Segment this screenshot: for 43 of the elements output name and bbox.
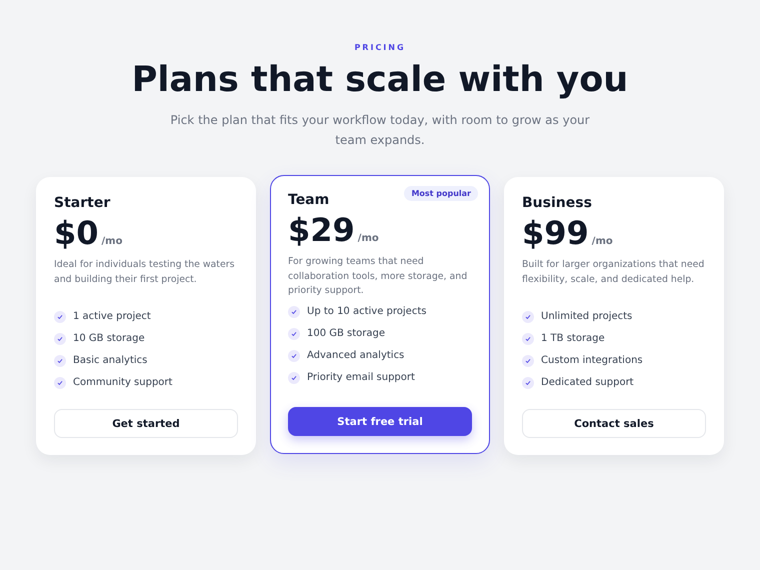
plan-description: Ideal for individuals testing the waters and building their first project.	[54, 258, 236, 286]
check-icon	[288, 350, 300, 362]
feature-text: Dedicated support	[541, 376, 634, 390]
check-icon	[54, 311, 66, 323]
check-icon	[288, 306, 300, 318]
plan-price: $99	[522, 214, 589, 252]
feature-text: 100 GB storage	[307, 327, 386, 341]
feature-text: Custom integrations	[541, 354, 643, 368]
feature-text: Basic analytics	[73, 354, 148, 368]
plan-price: $0	[54, 214, 99, 252]
check-icon	[54, 333, 66, 345]
plan-button[interactable]: Contact sales	[522, 409, 706, 438]
check-icon	[522, 333, 534, 345]
check-icon	[522, 311, 534, 323]
feature-text: Community support	[73, 376, 172, 390]
check-icon	[288, 372, 300, 384]
check-icon	[54, 377, 66, 389]
page-title: Plans that scale with you	[132, 59, 628, 102]
feature-text: Up to 10 active projects	[307, 305, 426, 319]
plan-description: For growing teams that need collaboration tools, more storage, and priority support.	[288, 255, 468, 298]
plan-description: Built for larger organizations that need flexibility, scale, and dedicated help.	[522, 258, 706, 286]
plan-price: $29	[288, 211, 355, 249]
plan-name: Business	[522, 194, 592, 212]
page-subtitle: Pick the plan that fits your workflow today, with room to grow as your team expands.	[169, 112, 591, 149]
check-icon	[54, 355, 66, 367]
price-period: /mo	[102, 236, 122, 247]
check-icon	[522, 377, 534, 389]
feature-text: Advanced analytics	[307, 349, 404, 363]
check-icon	[522, 355, 534, 367]
feature-text: Priority email support	[307, 371, 415, 385]
plan-button[interactable]: Start free trial	[288, 407, 472, 436]
feature-text: 10 GB storage	[73, 332, 145, 346]
plan-name: Team	[288, 191, 330, 209]
feature-text: 1 active project	[73, 310, 151, 324]
check-icon	[288, 328, 300, 340]
feature-text: 1 TB storage	[541, 332, 605, 346]
plan-button[interactable]: Get started	[54, 409, 238, 438]
feature-text: Unlimited projects	[541, 310, 632, 324]
price-period: /mo	[358, 233, 379, 244]
section-label: PRICING	[354, 43, 406, 52]
price-period: /mo	[592, 236, 613, 247]
plan-name: Starter	[54, 194, 110, 212]
popular-badge: Most popular	[404, 186, 478, 201]
